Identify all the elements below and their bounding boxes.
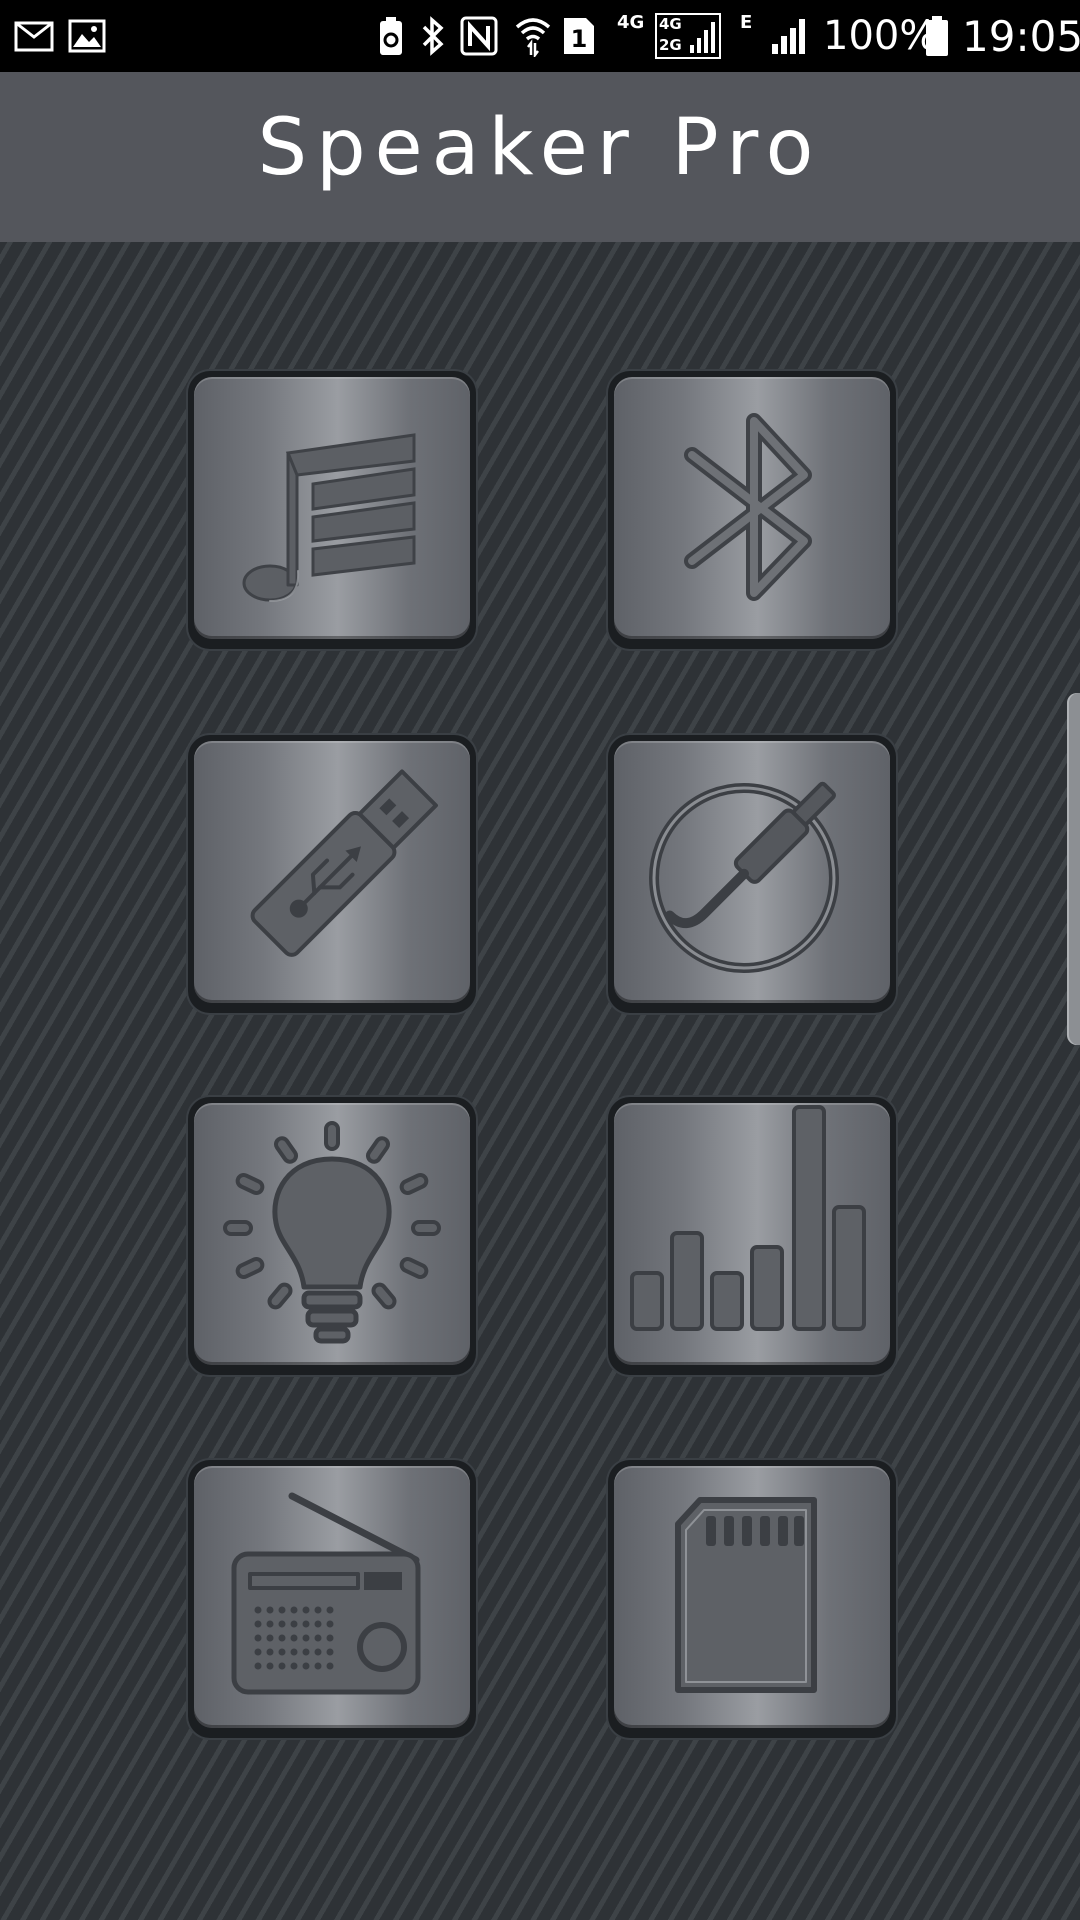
- light-button[interactable]: [188, 1097, 476, 1375]
- email-icon: [14, 0, 54, 72]
- gallery-icon: [68, 0, 106, 72]
- usb-drive-icon: [250, 769, 438, 957]
- battery-saver-icon: [378, 0, 404, 72]
- status-bar: 1 4G 4G 2G E 100% 19:05: [0, 0, 1080, 72]
- network-4g-top-label: 4G: [659, 15, 682, 33]
- app-title: Speaker Pro: [257, 103, 823, 193]
- nfc-icon: [460, 0, 498, 72]
- bluetooth-button[interactable]: [608, 371, 896, 649]
- wifi-icon: [514, 0, 552, 72]
- network-4g-2g-icon: 4G 2G: [655, 0, 721, 72]
- audio-jack-icon: [649, 781, 839, 973]
- network-4g-label: 4G: [617, 11, 645, 33]
- bluetooth-icon: [684, 413, 812, 601]
- network-2g-bottom-label: 2G: [659, 36, 682, 54]
- main-panel: [0, 242, 1080, 1920]
- equalizer-button[interactable]: [608, 1097, 896, 1375]
- app-header: Speaker Pro: [0, 72, 1080, 242]
- sim-1-icon: 1: [562, 0, 596, 72]
- clock-time: 19:05: [962, 11, 1080, 61]
- music-notes-icon: [242, 433, 416, 602]
- radio-button[interactable]: [188, 1460, 476, 1738]
- radio-icon: [231, 1492, 421, 1695]
- bluetooth-icon: [420, 0, 446, 72]
- usb-button[interactable]: [188, 735, 476, 1013]
- sd-card-button[interactable]: [608, 1460, 896, 1738]
- signal-strength-icon: [690, 22, 715, 53]
- network-e-label: E: [740, 11, 753, 33]
- svg-text:1: 1: [571, 25, 588, 53]
- sd-card-icon: [675, 1497, 817, 1693]
- battery-percent: 100%: [823, 13, 938, 59]
- battery-icon: [925, 0, 949, 72]
- music-button[interactable]: [188, 371, 476, 649]
- cell-signal-icon: [770, 0, 812, 72]
- edge-panel-handle[interactable]: [1067, 693, 1080, 1045]
- aux-button[interactable]: [608, 735, 896, 1013]
- equalizer-bars-icon: [630, 1105, 866, 1331]
- light-bulb-icon: [223, 1121, 441, 1344]
